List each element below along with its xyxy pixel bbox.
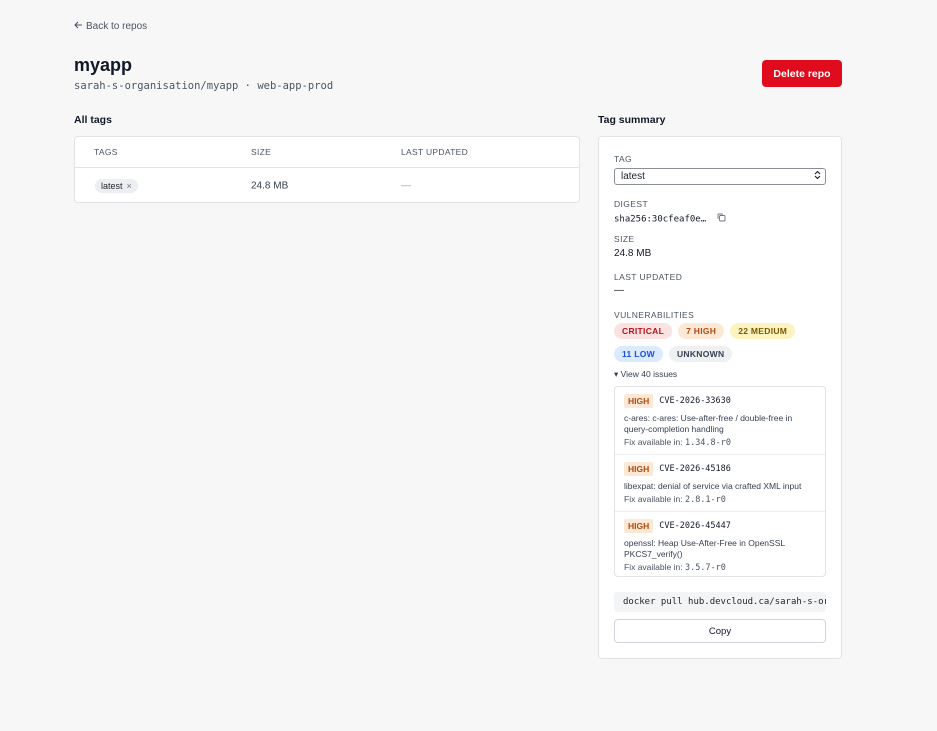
page-title: myapp: [74, 55, 133, 75]
high-badge: 7 HIGH: [678, 323, 725, 339]
all-tags-heading: All tags: [74, 114, 112, 126]
issue-fix: Fix available in: 2.8.1-r0: [624, 494, 816, 505]
delete-repo-button[interactable]: Delete repo: [762, 60, 842, 87]
severity-badge: HIGH: [624, 394, 654, 408]
docker-pull-command[interactable]: docker pull hub.devcloud.ca/sarah-s-orga…: [614, 592, 826, 612]
vulnerability-badges-row-1: CRITICAL 7 HIGH 22 MEDIUM: [614, 323, 796, 339]
remove-tag-icon[interactable]: ×: [127, 181, 132, 191]
unknown-badge: UNKNOWN: [668, 346, 733, 362]
tag-last-updated: —: [401, 180, 411, 191]
digest-label: DIGEST: [614, 199, 649, 209]
column-size: SIZE: [251, 147, 272, 157]
list-item[interactable]: HIGH CVE-2026-45447 openssl: Heap Use-Af…: [615, 512, 825, 576]
copy-digest-icon[interactable]: [717, 213, 726, 225]
vulnerability-badges-row-2: 11 LOW UNKNOWN: [614, 346, 733, 362]
medium-badge: 22 MEDIUM: [730, 323, 796, 339]
back-link-label: Back to repos: [86, 21, 148, 32]
severity-badge: HIGH: [624, 462, 654, 476]
cve-id: CVE-2026-45447: [659, 521, 731, 531]
cve-id: CVE-2026-33630: [659, 396, 731, 406]
table-row[interactable]: latest × 24.8 MB —: [75, 168, 579, 202]
repo-path: sarah-s-organisation/myapp · web-app-pro…: [74, 80, 334, 92]
copy-command-button[interactable]: Copy: [614, 619, 826, 643]
size-value: 24.8 MB: [614, 248, 652, 259]
tag-chip-label: latest: [101, 180, 123, 191]
issues-list[interactable]: HIGH CVE-2026-33630 c-ares: c-ares: Use-…: [614, 386, 826, 577]
list-item[interactable]: HIGH CVE-2026-33630 c-ares: c-ares: Use-…: [615, 387, 825, 455]
digest-row: sha256:30cfeaf0e…: [614, 213, 726, 225]
list-item[interactable]: HIGH CVE-2026-45186 libexpat: denial of …: [615, 455, 825, 512]
column-last-updated: LAST UPDATED: [401, 147, 469, 157]
tags-table-header: TAGS SIZE LAST UPDATED: [75, 137, 579, 168]
fix-prefix: Fix available in:: [624, 494, 685, 504]
fix-prefix: Fix available in:: [624, 562, 685, 572]
issue-fix: Fix available in: 3.5.7-r0: [624, 562, 816, 573]
cve-id: CVE-2026-45186: [659, 464, 731, 474]
tag-select-value: latest: [621, 171, 645, 182]
last-updated-label: LAST UPDATED: [614, 272, 683, 282]
tag-select[interactable]: latest: [614, 168, 826, 185]
issue-fix: Fix available in: 1.34.8-r0: [624, 437, 816, 448]
tag-label: TAG: [614, 154, 633, 164]
back-to-repos-link[interactable]: Back to repos: [74, 21, 147, 32]
arrow-left-icon: [74, 21, 83, 32]
select-arrows-icon: [814, 170, 821, 183]
fix-version: 1.34.8-r0: [684, 438, 732, 448]
issue-description: openssl: Heap Use-After-Free in OpenSSL …: [624, 538, 785, 559]
tag-size: 24.8 MB: [251, 180, 289, 191]
fix-version: 2.8.1-r0: [684, 495, 726, 505]
size-label: SIZE: [614, 234, 635, 244]
last-updated-value: —: [614, 285, 624, 296]
fix-version: 3.5.7-r0: [684, 563, 726, 573]
column-tags: TAGS: [94, 147, 118, 157]
view-issues-toggle[interactable]: ▾ View 40 issues: [614, 369, 677, 380]
severity-badge: HIGH: [624, 519, 654, 533]
issue-description: libexpat: denial of service via crafted …: [624, 481, 802, 491]
tag-summary-card: TAG latest DIGEST sha256:30cfeaf0e… SIZE…: [598, 136, 842, 659]
tags-table: TAGS SIZE LAST UPDATED latest × 24.8 MB …: [74, 136, 580, 203]
tag-summary-heading: Tag summary: [598, 114, 666, 126]
issue-description: c-ares: c-ares: Use-after-free / double-…: [624, 413, 793, 434]
tag-chip[interactable]: latest ×: [95, 178, 138, 193]
critical-badge: CRITICAL: [614, 323, 673, 339]
vulnerabilities-label: VULNERABILITIES: [614, 310, 695, 320]
fix-prefix: Fix available in:: [624, 437, 685, 447]
digest-value: sha256:30cfeaf0e…: [614, 214, 707, 225]
low-badge: 11 LOW: [614, 346, 663, 362]
